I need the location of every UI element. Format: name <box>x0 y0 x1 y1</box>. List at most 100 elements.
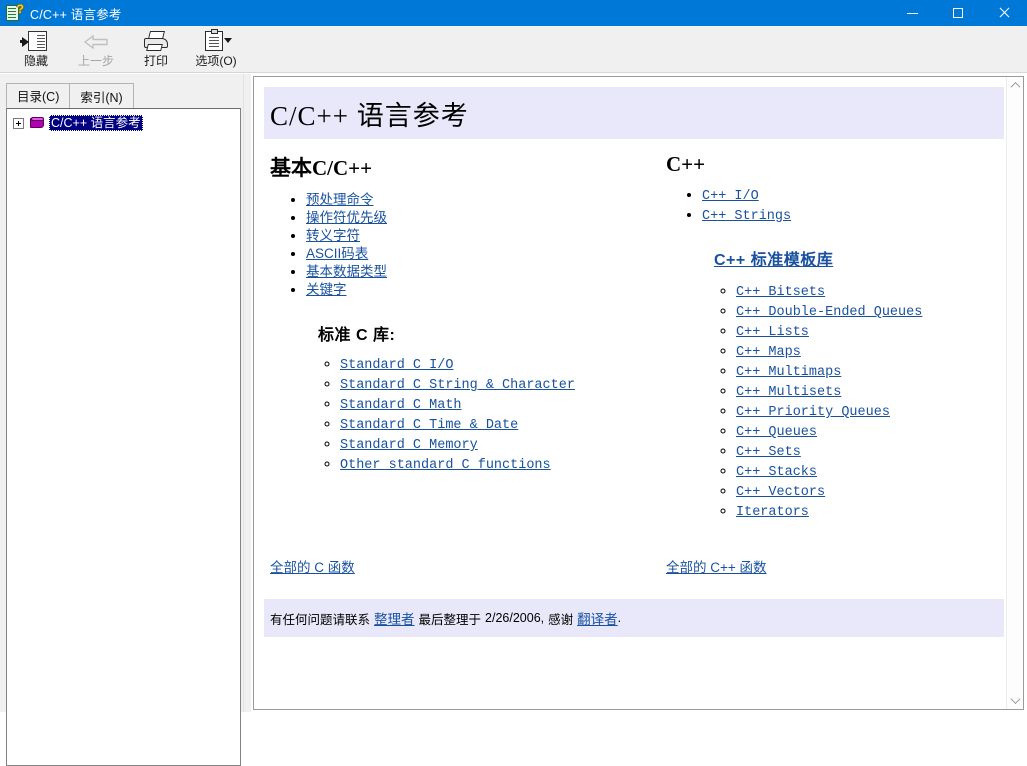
list-item: 基本数据类型 <box>306 263 666 281</box>
list-item: C++ Queues <box>736 422 1006 442</box>
minimize-button[interactable] <box>889 0 935 26</box>
window-titlebar: ? C/C++ 语言参考 <box>0 0 1027 26</box>
link-escape-characters[interactable]: 转义字符 <box>306 228 360 243</box>
footer-text-4: . <box>617 611 622 625</box>
chevron-down-icon <box>1010 694 1021 705</box>
list-item: Standard C String & Character <box>340 375 666 395</box>
link-cpp-bitsets[interactable]: C++ Bitsets <box>736 285 825 300</box>
link-other-standard-c-functions[interactable]: Other standard C functions <box>340 458 551 473</box>
list-item: Iterators <box>736 502 1006 522</box>
tab-index-label: 索引(N) <box>80 90 123 105</box>
tree-item-root-label: C/C++ 语言参考 <box>49 115 143 131</box>
close-button[interactable] <box>981 0 1027 26</box>
link-cpp-vectors[interactable]: C++ Vectors <box>736 485 825 500</box>
back-button[interactable]: 上一步 <box>66 26 126 71</box>
maximize-button[interactable] <box>935 0 981 26</box>
link-standard-c-time-date[interactable]: Standard C Time & Date <box>340 418 518 433</box>
link-cpp-double-ended-queues[interactable]: C++ Double-Ended Queues <box>736 305 922 320</box>
link-preprocessor[interactable]: 预处理命令 <box>306 192 374 207</box>
options-clipboard-icon <box>199 29 233 54</box>
back-button-label: 上一步 <box>77 54 114 68</box>
tree-item-root[interactable]: C/C++ 语言参考 <box>13 114 143 132</box>
link-standard-c-math[interactable]: Standard C Math <box>340 398 462 413</box>
nav-tabstrip: 目录(C) 索引(N) <box>6 82 134 108</box>
footer-text-1: 有任何问题请联系 <box>270 612 371 627</box>
window-title: C/C++ 语言参考 <box>30 7 122 22</box>
list-item: C++ I/O <box>702 186 1006 206</box>
expand-plus-icon[interactable] <box>13 117 24 129</box>
link-ascii-table[interactable]: ASCII码表 <box>306 246 368 261</box>
footer-text-2: 最后整理于 <box>418 612 482 627</box>
pane-splitter[interactable] <box>243 74 251 712</box>
basic-links-list: 预处理命令 操作符优先级 转义字符 ASCII码表 基本数据类型 关键字 <box>284 191 666 299</box>
list-item: 转义字符 <box>306 227 666 245</box>
page-title: C/C++ 语言参考 <box>270 100 469 131</box>
chevron-up-icon <box>1010 81 1021 92</box>
link-translator[interactable]: 翻译者 <box>577 608 618 628</box>
contents-tree[interactable]: C/C++ 语言参考 <box>6 108 241 766</box>
list-item: Standard C Memory <box>340 435 666 455</box>
options-button-label: 选项(O) <box>195 54 236 68</box>
list-item: C++ Strings <box>702 206 1006 226</box>
stl-links-list: C++ Bitsets C++ Double-Ended Queues C++ … <box>714 282 1006 522</box>
back-arrow-icon <box>79 29 113 54</box>
list-item: 操作符优先级 <box>306 209 666 227</box>
link-cpp-lists[interactable]: C++ Lists <box>736 325 809 340</box>
list-item: C++ Bitsets <box>736 282 1006 302</box>
link-cpp-sets[interactable]: C++ Sets <box>736 445 801 460</box>
content-pane: C/C++ 语言参考 基本C/C++ 预处理命令 操作符优先级 转义字符 ASC… <box>253 76 1024 710</box>
link-cpp-maps[interactable]: C++ Maps <box>736 345 801 360</box>
options-text: 选项 <box>195 54 220 68</box>
standard-c-library-heading: 标准 C 库: <box>318 327 396 344</box>
left-column: 基本C/C++ 预处理命令 操作符优先级 转义字符 ASCII码表 基本数据类型… <box>270 147 666 522</box>
all-c-functions-slot: 全部的 C 函数 <box>270 556 666 577</box>
all-cpp-functions-slot: 全部的 C++ 函数 <box>666 556 1006 577</box>
link-operator-precedence[interactable]: 操作符优先级 <box>306 210 387 225</box>
tab-contents[interactable]: 目录(C) <box>6 83 71 108</box>
list-item: C++ Stacks <box>736 462 1006 482</box>
options-button[interactable]: 选项(O) <box>186 26 246 71</box>
link-cpp-io[interactable]: C++ I/O <box>702 189 759 204</box>
navigation-pane: 目录(C) 索引(N) C/C++ 语言参考 <box>0 74 248 766</box>
list-item: ASCII码表 <box>306 245 666 263</box>
list-item: C++ Sets <box>736 442 1006 462</box>
hide-pane-icon <box>19 29 53 54</box>
tab-contents-label: 目录(C) <box>17 90 60 104</box>
list-item: Other standard C functions <box>340 455 666 475</box>
link-all-cpp-functions[interactable]: 全部的 C++ 函数 <box>666 560 767 575</box>
help-document: C/C++ 语言参考 基本C/C++ 预处理命令 操作符优先级 转义字符 ASC… <box>254 77 1006 709</box>
link-keywords[interactable]: 关键字 <box>306 282 347 297</box>
scroll-up-button[interactable] <box>1007 77 1023 94</box>
link-all-c-functions[interactable]: 全部的 C 函数 <box>270 560 355 575</box>
link-basic-data-types[interactable]: 基本数据类型 <box>306 264 387 279</box>
document-footer-band: 有任何问题请联系 整理者 最后整理于 2/26/2006, 感谢 翻译者. <box>264 599 1004 637</box>
hide-button[interactable]: 隐藏 <box>6 26 66 71</box>
footer-text-3: 感谢 <box>548 612 574 627</box>
link-stl-title[interactable]: C++ 标准模板库 <box>714 246 833 270</box>
document-title-band: C/C++ 语言参考 <box>264 87 1004 139</box>
link-standard-c-memory[interactable]: Standard C Memory <box>340 438 478 453</box>
link-standard-c-io[interactable]: Standard C I/O <box>340 358 453 373</box>
list-item: C++ Multisets <box>736 382 1006 402</box>
link-cpp-stacks[interactable]: C++ Stacks <box>736 465 817 480</box>
close-icon <box>998 7 1010 19</box>
scroll-down-button[interactable] <box>1007 692 1023 709</box>
list-item: C++ Multimaps <box>736 362 1006 382</box>
link-cpp-priority-queues[interactable]: C++ Priority Queues <box>736 405 890 420</box>
link-standard-c-string-character[interactable]: Standard C String & Character <box>340 378 575 393</box>
all-functions-row: 全部的 C 函数 全部的 C++ 函数 <box>264 556 1006 577</box>
list-item: C++ Vectors <box>736 482 1006 502</box>
link-iterators[interactable]: Iterators <box>736 505 809 520</box>
link-maintainer[interactable]: 整理者 <box>374 608 415 628</box>
print-button-label: 打印 <box>143 54 168 68</box>
list-item: 关键字 <box>306 281 666 299</box>
chevron-down-icon <box>224 38 232 43</box>
link-cpp-multisets[interactable]: C++ Multisets <box>736 385 841 400</box>
tab-index[interactable]: 索引(N) <box>69 83 134 108</box>
link-cpp-multimaps[interactable]: C++ Multimaps <box>736 365 841 380</box>
link-cpp-strings[interactable]: C++ Strings <box>702 209 791 224</box>
content-vertical-scrollbar[interactable] <box>1006 77 1023 709</box>
two-column-layout: 基本C/C++ 预处理命令 操作符优先级 转义字符 ASCII码表 基本数据类型… <box>264 147 1006 522</box>
link-cpp-queues[interactable]: C++ Queues <box>736 425 817 440</box>
print-button[interactable]: 打印 <box>126 26 186 71</box>
